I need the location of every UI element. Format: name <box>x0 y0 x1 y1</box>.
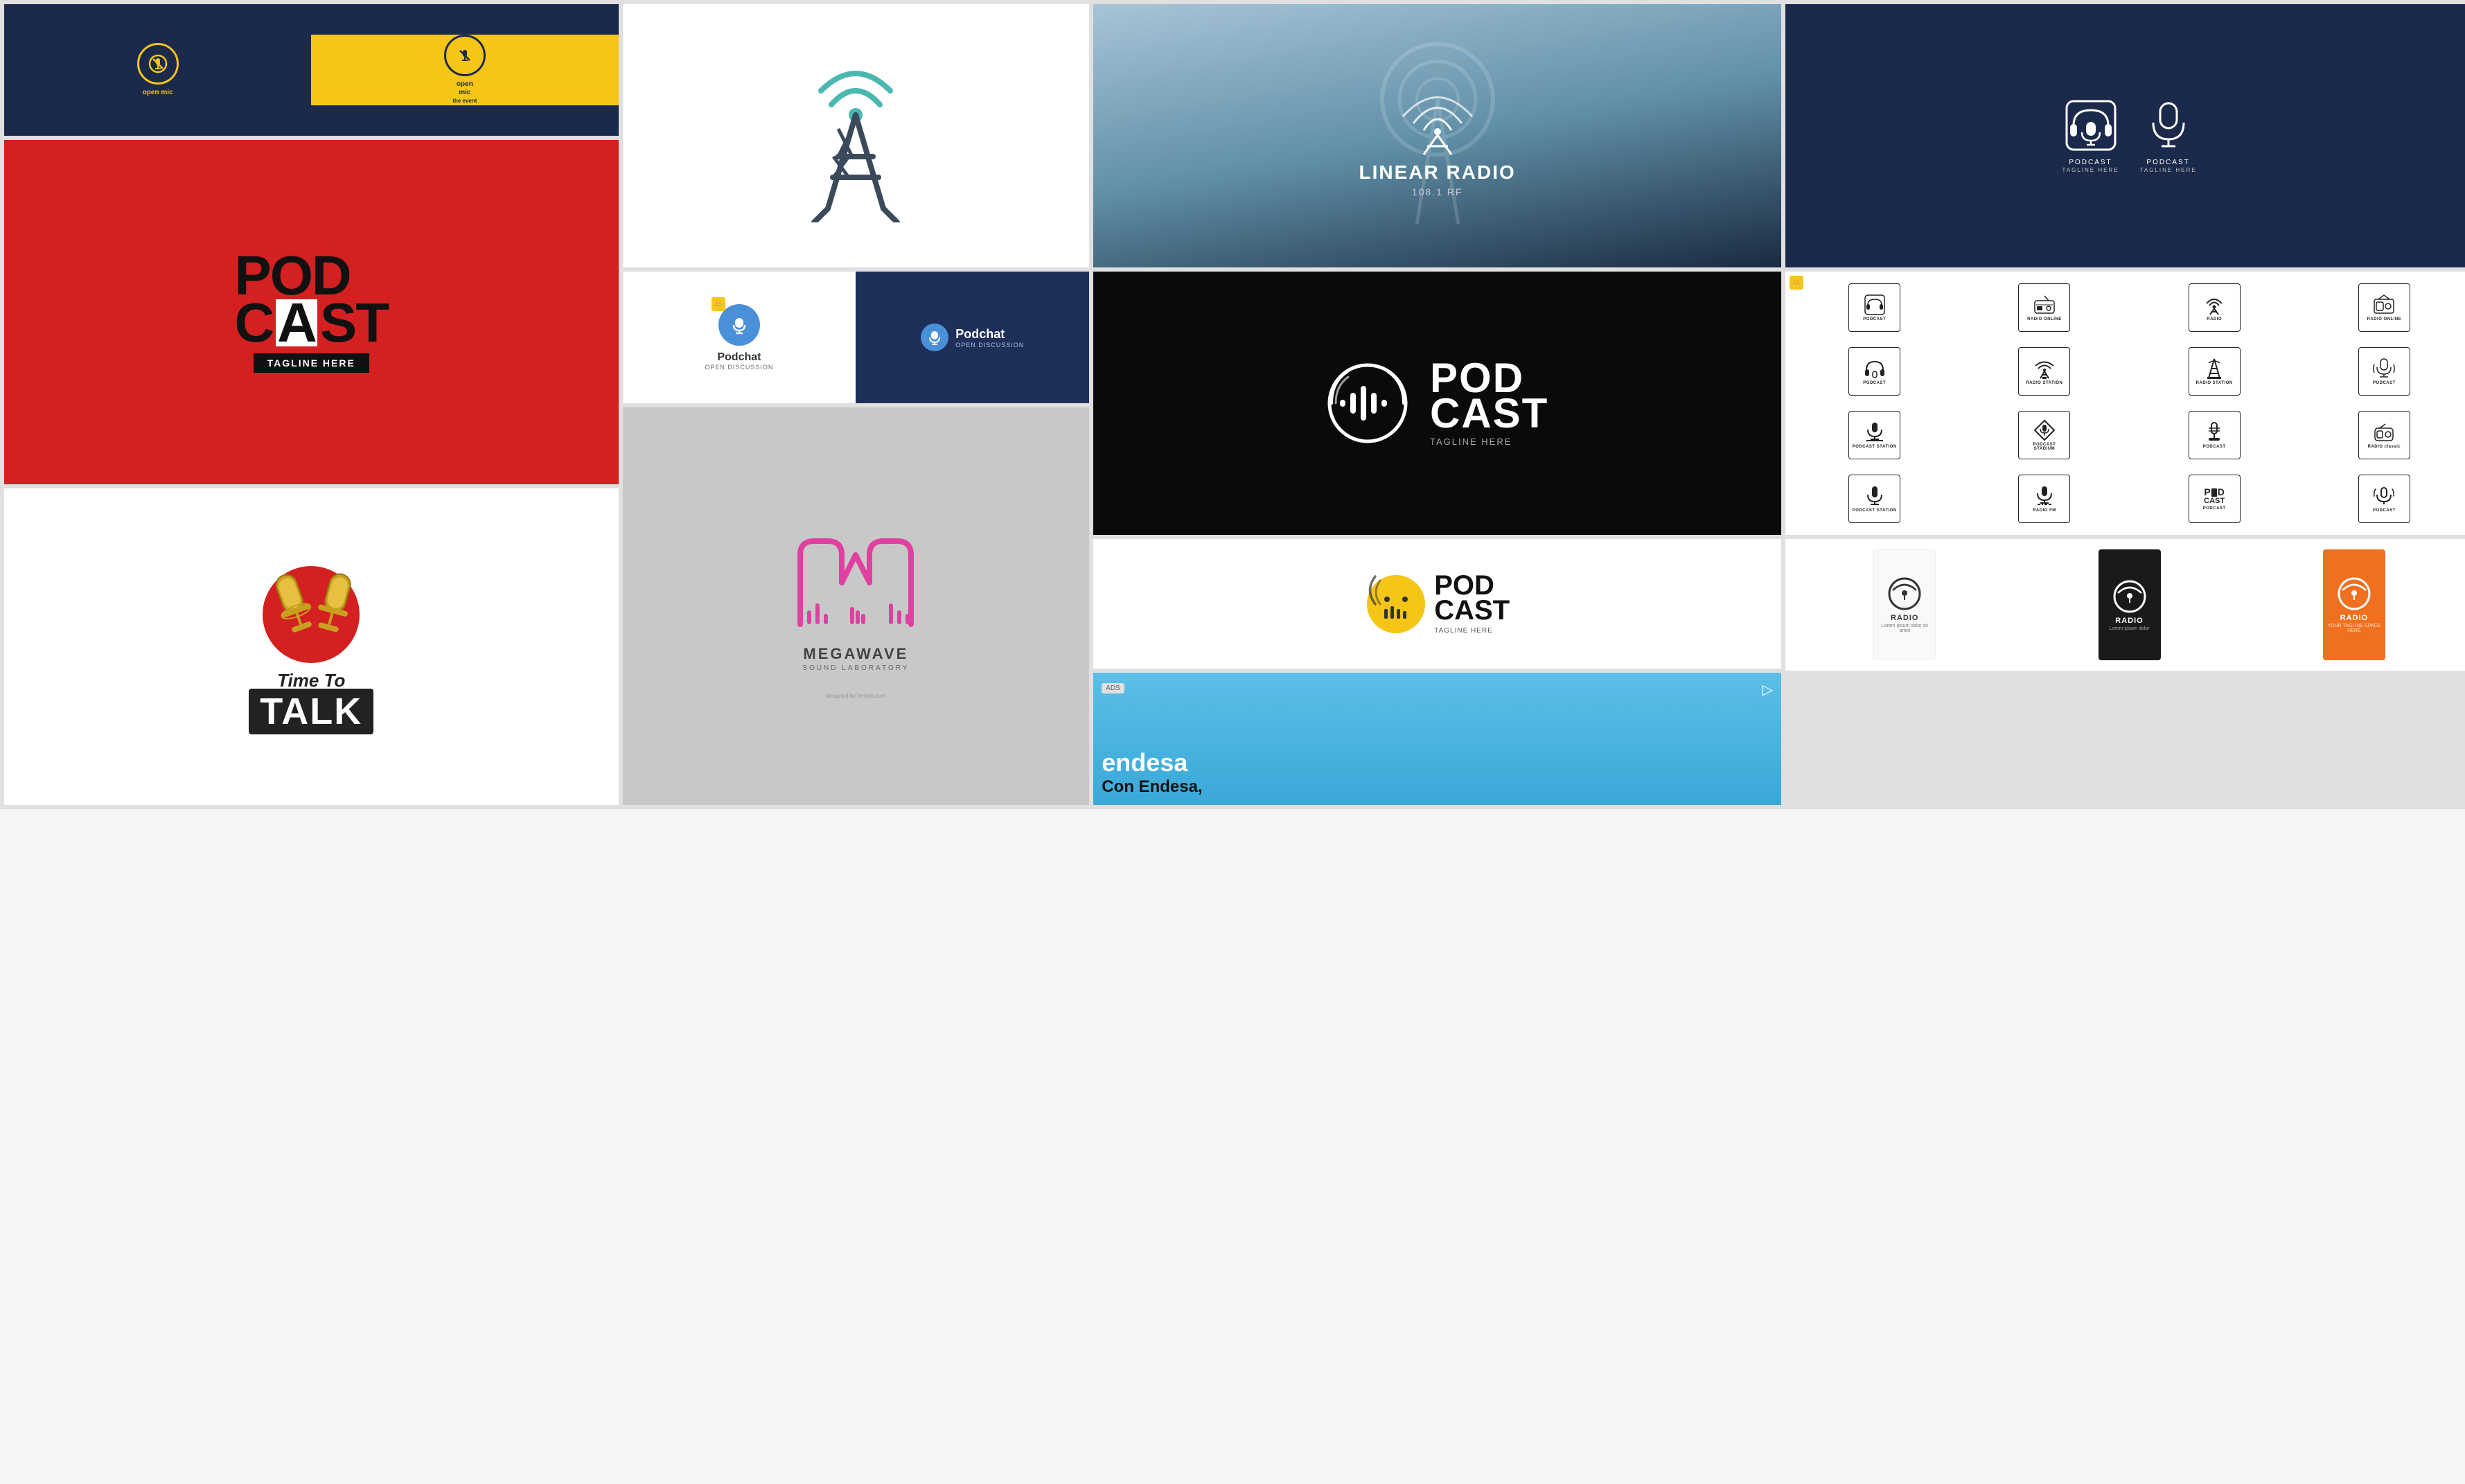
radio-brand-logo-black <box>2112 579 2147 614</box>
column-1: open mic openmicthe event <box>4 4 619 805</box>
megawave-card[interactable]: MEGAWAVE SOUND LABORATORY designed by fr… <box>623 407 1090 805</box>
linear-radio-title: LINEAR RADIO <box>1359 161 1516 184</box>
podchat-logo-icon: 👑 <box>718 304 760 346</box>
open-mic-right: openmicthe event <box>311 35 618 105</box>
collection-item-tower3[interactable]: RADIO STATION <box>2189 347 2241 396</box>
collection-item-mic3[interactable]: PODCAST STATION <box>1848 411 1900 459</box>
podcast-black-title: PODCAST <box>1430 360 1548 431</box>
podcast-red-card[interactable]: POD CAST TAGLINE HERE <box>4 140 619 484</box>
open-mic-text-right: openmicthe event <box>452 80 477 105</box>
podchat-combo-card: 👑 Podchat OP <box>623 272 1090 403</box>
col3-bottom: PODCAST TAGLINE HERE ADS ▷ endesa Con En… <box>1093 539 1781 805</box>
time-to-talk-text: Time To TALK <box>249 670 373 734</box>
podcast-red-title: POD CAST <box>234 252 388 346</box>
ads-expand-icon[interactable]: ▷ <box>1762 681 1773 698</box>
podcast-face-svg <box>1326 362 1409 445</box>
column-4: PODCASTTAGLINE HERE PODCASTTAGLINE HERE … <box>1785 4 2465 805</box>
main-grid: open mic openmicthe event <box>0 0 2465 809</box>
collection-item-radio-box[interactable]: RADIO ONLINE <box>2358 283 2410 332</box>
radio-brand-black-label: RADIO <box>2115 617 2143 625</box>
open-mic-card[interactable]: open mic openmicthe event <box>4 4 619 136</box>
collection-item-mic4[interactable]: PODCAST <box>2189 411 2241 459</box>
mic-circle-left <box>137 43 179 85</box>
podcast-red-tagline: TAGLINE HERE <box>254 353 369 373</box>
radio-brand-black-sub: Lorem ipsum dolor <box>2107 626 2153 631</box>
radio-brand-white-sub: Lorem ipsum dolor sit amet <box>1874 624 1935 633</box>
collection-item-headphones2[interactable]: PODCAST <box>1848 347 1900 396</box>
radio-brand-card[interactable]: RADIO Lorem ipsum dolor sit amet RADIO L… <box>1785 539 2465 671</box>
smiley-svg <box>1365 573 1427 635</box>
linear-radio-tower-svg <box>1396 75 1479 158</box>
ads-brand: endesa <box>1102 748 1773 777</box>
collection-item-diamond[interactable]: PODCAST STADIUM <box>2018 411 2070 459</box>
megawave-title: MEGAWAVE <box>802 645 909 663</box>
radio-brand-logo-white <box>1887 576 1922 611</box>
time-to-talk-card[interactable]: Time To TALK <box>4 488 619 805</box>
ads-card[interactable]: ADS ▷ endesa Con Endesa, <box>1093 673 1781 805</box>
collection-item-pod-cast-text[interactable]: PD CAST PODCAST <box>2189 475 2241 523</box>
radio-tower-svg <box>800 49 911 222</box>
podcast-yellow-title: PODCAST <box>1434 573 1510 623</box>
collection-item-tower2[interactable]: RADIO STATION <box>2018 347 2070 396</box>
podchat-icon-section[interactable]: 👑 Podchat OP <box>623 272 856 403</box>
collection-item-podcast-headphones[interactable]: PODCAST <box>1848 283 1900 332</box>
megawave-credit: designed by freepik.com <box>802 693 909 699</box>
radio-brand-orange-label: RADIO <box>2340 614 2368 622</box>
podchat-banner-subtitle: OPEN DISCUSSION <box>955 342 1024 348</box>
podchat-icon-subtitle: OPEN DISCUSSION <box>705 364 773 371</box>
podcast-black-tagline: TAGLINE HERE <box>1430 436 1548 447</box>
collection-item-radio-tower[interactable]: RADIO <box>2189 283 2241 332</box>
radio-brand-logo-orange <box>2337 576 2371 611</box>
collection-item-radiofm[interactable]: RADIO FM <box>2018 475 2070 523</box>
column-2: 👑 Podchat OP <box>623 4 1090 805</box>
megawave-m-svg <box>786 513 925 638</box>
podcast-dark-label2: PODCASTTAGLINE HERE <box>2140 159 2197 174</box>
collection-item-radio2[interactable]: RADIO classic <box>2358 411 2410 459</box>
megawave-subtitle: SOUND LABORATORY <box>802 664 909 672</box>
podcast-dark-label1: PODCASTTAGLINE HERE <box>2062 159 2119 174</box>
collection-item-mic-wave2[interactable]: PODCAST <box>2358 475 2410 523</box>
linear-radio-freq: 108.1 RF <box>1359 186 1516 197</box>
column-3: LINEAR RADIO 108.1 RF <box>1093 4 1781 805</box>
collection-item-mic-wave[interactable]: PODCAST <box>2358 347 2410 396</box>
linear-radio-card[interactable]: LINEAR RADIO 108.1 RF <box>1093 4 1781 267</box>
collection-crown-badge: 👑 <box>1790 276 1803 290</box>
radio-brand-orange-sub: YOUR TAGLINE SPACE HERE <box>2323 624 2385 633</box>
microphone-svg <box>249 559 373 663</box>
podchat-icon-brand: Podchat <box>705 351 773 364</box>
ads-text: Con Endesa, <box>1102 777 1773 797</box>
open-mic-left: open mic <box>4 43 311 97</box>
podcast-dark-card[interactable]: PODCASTTAGLINE HERE PODCASTTAGLINE HERE <box>1785 4 2465 267</box>
podcast-yellow-smiley-card[interactable]: PODCAST TAGLINE HERE <box>1093 539 1781 669</box>
podcast-black-card[interactable]: PODCAST TAGLINE HERE <box>1093 272 1781 535</box>
podcast-dark-logo2-svg <box>2141 98 2196 153</box>
podcast-yellow-tagline: TAGLINE HERE <box>1434 627 1510 635</box>
podcast-dark-logo1-svg <box>2063 98 2119 153</box>
radio-brand-white-label: RADIO <box>1891 614 1918 622</box>
podchat-banner-section[interactable]: Podchat OPEN DISCUSSION <box>856 272 1089 403</box>
radio-collection-card[interactable]: 👑 PODCAST RADIO ONLINE RADIO RADIO ONLIN… <box>1785 272 2465 535</box>
radio-tower-card[interactable] <box>623 4 1090 267</box>
collection-item-mic5[interactable]: PODCAST STATION <box>1848 475 1900 523</box>
podchat-banner-brand: Podchat <box>955 327 1024 342</box>
open-mic-text-left: open mic <box>143 89 173 97</box>
collection-item-radio-online[interactable]: RADIO ONLINE <box>2018 283 2070 332</box>
ads-badge: ADS <box>1102 683 1124 694</box>
